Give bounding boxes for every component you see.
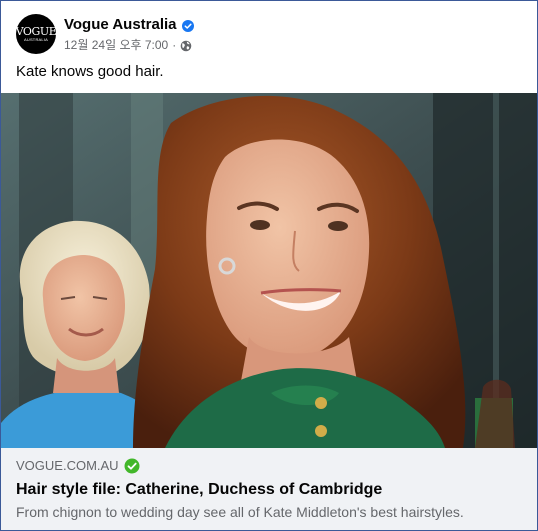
facebook-post: VOGUE AUSTRALIA Vogue Australia 12월 24일 … [0, 0, 538, 531]
link-domain: VOGUE.COM.AU [16, 458, 119, 473]
avatar-logo-text: VOGUE [15, 25, 57, 38]
page-name[interactable]: Vogue Australia [64, 15, 177, 34]
post-header: VOGUE AUSTRALIA Vogue Australia 12월 24일 … [16, 13, 194, 55]
link-preview[interactable]: VOGUE.COM.AU Hair style file: Catherine,… [1, 448, 537, 530]
link-domain-row: VOGUE.COM.AU [16, 457, 140, 475]
post-image[interactable] [1, 93, 537, 448]
page-avatar[interactable]: VOGUE AUSTRALIA [15, 14, 57, 54]
post-caption: Kate knows good hair. [16, 63, 164, 80]
avatar-logo-subtext: AUSTRALIA [23, 37, 49, 42]
globe-icon[interactable] [180, 39, 192, 51]
post-timestamp[interactable]: 12월 24일 오후 7:00 [64, 36, 168, 54]
post-meta: Vogue Australia 12월 24일 오후 7:00 · [64, 15, 194, 54]
link-title[interactable]: Hair style file: Catherine, Duchess of C… [16, 480, 382, 500]
verified-badge-icon [181, 18, 194, 32]
link-description: From chignon to wedding day see all of K… [16, 504, 464, 520]
verified-link-icon [124, 458, 140, 474]
page-name-row: Vogue Australia [64, 15, 194, 34]
post-time-row: 12월 24일 오후 7:00 · [64, 36, 194, 54]
meta-separator: · [172, 37, 177, 52]
